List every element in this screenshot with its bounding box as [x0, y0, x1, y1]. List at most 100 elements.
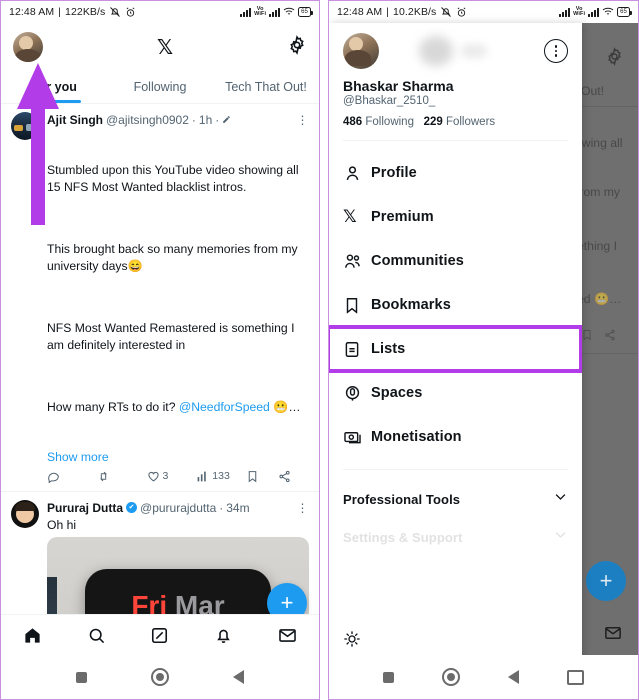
android-home-button[interactable]	[151, 668, 169, 686]
drawer-item-spaces[interactable]: Spaces	[329, 371, 582, 415]
signal-bars-icon-2	[269, 7, 281, 17]
gear-icon[interactable]	[287, 34, 307, 60]
drawer-menu: Profile 𝕏 Premium Communities Bookmarks …	[329, 141, 582, 459]
drawer-item-communities[interactable]: Communities	[329, 239, 582, 283]
drawer-header: Bhaskar Sharma @Bhaskar_2510_ 486 Follow…	[329, 23, 582, 128]
views-action[interactable]: 133	[196, 470, 246, 483]
compose-fab[interactable]: +	[586, 561, 626, 601]
android-screenshot-button[interactable]	[567, 669, 584, 685]
drawer-item-profile[interactable]: Profile	[329, 151, 582, 195]
views-count: 133	[212, 470, 230, 482]
x-logo-icon: 𝕏	[343, 206, 357, 227]
battery-indicator: 65	[617, 7, 632, 17]
android-back-button[interactable]	[233, 670, 244, 684]
brightness-sun-icon[interactable]	[343, 630, 361, 653]
notifications-bell-icon[interactable]	[214, 626, 233, 645]
tweet-actions: 3 133	[47, 470, 309, 483]
bookmark-action[interactable]	[246, 470, 277, 483]
tab-for-you[interactable]: For you	[1, 71, 107, 103]
following-label[interactable]: Following	[365, 116, 414, 128]
followers-label[interactable]: Followers	[446, 116, 495, 128]
heart-icon	[147, 470, 160, 483]
more-vertical-icon[interactable]: ⋮	[297, 114, 310, 126]
tweet-header: Ajit Singh @ajitsingh0902 · 1h · ⋮	[47, 112, 309, 128]
android-back-button[interactable]	[508, 670, 519, 684]
reply-action[interactable]	[47, 470, 97, 483]
like-count: 3	[162, 470, 169, 482]
tab-following[interactable]: Following	[107, 71, 213, 103]
tweet-text: Stumbled upon this YouTube video showing…	[47, 129, 309, 449]
messages-envelope-icon[interactable]	[604, 624, 622, 647]
status-bar-left-group: 12:48 AM | 10.2KB/s	[337, 6, 467, 18]
drawer-item-label: Spaces	[371, 385, 423, 401]
following-count[interactable]: 486	[343, 116, 362, 128]
left-phone-screenshot: 12:48 AM | 122KB/s Vo WiFi 65 𝕏 For you …	[0, 0, 320, 700]
scrim-text-fragment: owing all	[575, 136, 623, 150]
drawer-item-premium[interactable]: 𝕏 Premium	[329, 195, 582, 239]
signal-bars-icon	[559, 7, 571, 17]
tweet-item[interactable]: Ajit Singh @ajitsingh0902 · 1h · ⋮ Stumb…	[1, 104, 319, 492]
share-action[interactable]	[278, 470, 291, 483]
drawer-item-label: Communities	[371, 253, 464, 269]
drawer-item-monetisation[interactable]: Monetisation	[329, 415, 582, 459]
share-icon	[604, 328, 616, 346]
drawer-item-label: Monetisation	[371, 429, 462, 445]
tweet-handle: @ajitsingh0902	[106, 113, 189, 127]
retweet-action[interactable]	[97, 470, 147, 483]
right-phone-screenshot: 12:48 AM | 10.2KB/s Vo WiFi 65 Out! owin…	[328, 0, 639, 700]
android-recents-button[interactable]	[76, 671, 87, 683]
drawer-item-lists[interactable]: Lists	[329, 325, 582, 373]
wifi-icon	[602, 7, 614, 17]
drawer-expander-settings-support[interactable]: Settings & Support	[329, 518, 582, 556]
tweet-paragraph: Stumbled upon this YouTube video showing…	[47, 163, 302, 194]
vowifi-icon: Vo WiFi	[254, 5, 267, 17]
status-bar-left: 12:48 AM | 122KB/s Vo WiFi 65	[1, 1, 319, 23]
android-navigation-bar	[1, 655, 319, 699]
tweet-author[interactable]: Ajit Singh	[47, 112, 103, 128]
vowifi-icon: Vo WiFi	[573, 5, 586, 17]
avatar[interactable]	[11, 112, 39, 140]
tweet-last-line-suffix: 😬…	[269, 400, 301, 414]
status-bar-right-group: Vo WiFi 65	[559, 5, 632, 18]
android-navigation-bar	[329, 655, 638, 699]
status-network-speed: 10.2KB/s	[393, 6, 437, 18]
tweet-dot: ·	[191, 113, 196, 127]
status-time: 12:48 AM	[9, 6, 55, 18]
mention-link[interactable]: @NeedforSpeed	[179, 400, 270, 414]
home-icon[interactable]	[23, 626, 42, 645]
communities-icon	[343, 252, 371, 271]
tweet-text: Oh hi	[47, 517, 77, 532]
avatar[interactable]	[11, 499, 39, 528]
retweet-icon	[97, 470, 110, 483]
tweet-last-line: How many RTs to do it? @NeedforSpeed 😬…	[47, 399, 309, 416]
tweet-author[interactable]: Pururaj Dutta	[47, 500, 123, 516]
x-logo: 𝕏	[156, 35, 174, 59]
share-icon	[278, 470, 291, 483]
android-recents-button[interactable]	[383, 671, 394, 683]
bookmark-icon	[343, 296, 371, 315]
compose-grok-icon[interactable]	[150, 626, 169, 645]
tab-tech-that-out[interactable]: Tech That Out!	[213, 71, 319, 103]
drawer-profile-avatar[interactable]	[343, 33, 379, 69]
timeline-tabs: For you Following Tech That Out!	[1, 71, 319, 104]
followers-count[interactable]: 229	[424, 116, 443, 128]
chevron-down-icon	[553, 527, 568, 547]
status-bar-right: 12:48 AM | 10.2KB/s Vo WiFi 65	[329, 1, 638, 23]
tweet-last-line-prefix: How many RTs to do it?	[47, 400, 179, 414]
android-home-button[interactable]	[442, 668, 460, 686]
show-more-link[interactable]: Show more	[47, 449, 309, 466]
drawer-item-label: Bookmarks	[371, 297, 451, 313]
bell-muted-icon	[109, 6, 121, 18]
messages-envelope-icon[interactable]	[278, 626, 297, 645]
drawer-expander-label: Professional Tools	[343, 491, 461, 507]
drawer-expander-professional-tools[interactable]: Professional Tools	[329, 480, 582, 518]
spaces-mic-icon	[343, 384, 371, 403]
more-circle-icon[interactable]	[544, 39, 568, 63]
more-vertical-icon[interactable]: ⋮	[297, 502, 310, 514]
like-action[interactable]: 3	[147, 470, 197, 483]
profile-avatar-button[interactable]	[13, 32, 43, 62]
tweet-header: Pururaj Dutta ✔ @pururajdutta · 34m ⋮	[47, 500, 309, 516]
search-icon[interactable]	[87, 626, 106, 645]
drawer-item-bookmarks[interactable]: Bookmarks	[329, 283, 582, 327]
status-time: 12:48 AM	[337, 6, 383, 18]
